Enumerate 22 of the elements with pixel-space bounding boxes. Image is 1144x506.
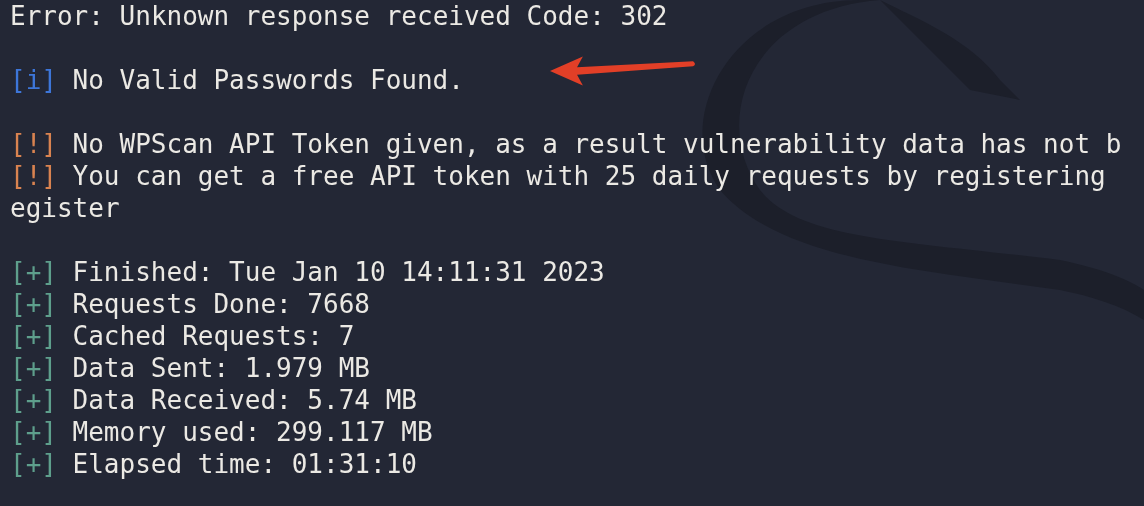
- output-line: No Valid Passwords Found.: [72, 65, 464, 95]
- output-line: egister: [10, 193, 120, 223]
- status-tag: [i]: [10, 65, 57, 95]
- output-line: Memory used: 299.117 MB: [72, 417, 433, 447]
- status-tag: [!]: [10, 129, 57, 159]
- status-tag: [+]: [10, 417, 57, 447]
- status-tag: [+]: [10, 385, 57, 415]
- output-line: Data Sent: 1.979 MB: [72, 353, 370, 383]
- output-line: Requests Done: 7668: [72, 289, 370, 319]
- output-line: You can get a free API token with 25 daily requests by registering: [72, 161, 1106, 191]
- status-tag: [!]: [10, 161, 57, 191]
- output-line: Finished: Tue Jan 10 14:11:31 2023: [72, 257, 605, 287]
- output-line: Cached Requests: 7: [72, 321, 355, 351]
- status-tag: [+]: [10, 321, 57, 351]
- output-line: Error: Unknown response received Code: 302: [10, 1, 668, 31]
- output-line: No WPScan API Token given, as a result vulnerability data has not b: [72, 129, 1122, 159]
- status-tag: [+]: [10, 353, 57, 383]
- status-tag: [+]: [10, 449, 57, 479]
- status-tag: [+]: [10, 257, 57, 287]
- status-tag: [+]: [10, 289, 57, 319]
- output-line: Elapsed time: 01:31:10: [72, 449, 417, 479]
- output-line: Data Received: 5.74 MB: [72, 385, 417, 415]
